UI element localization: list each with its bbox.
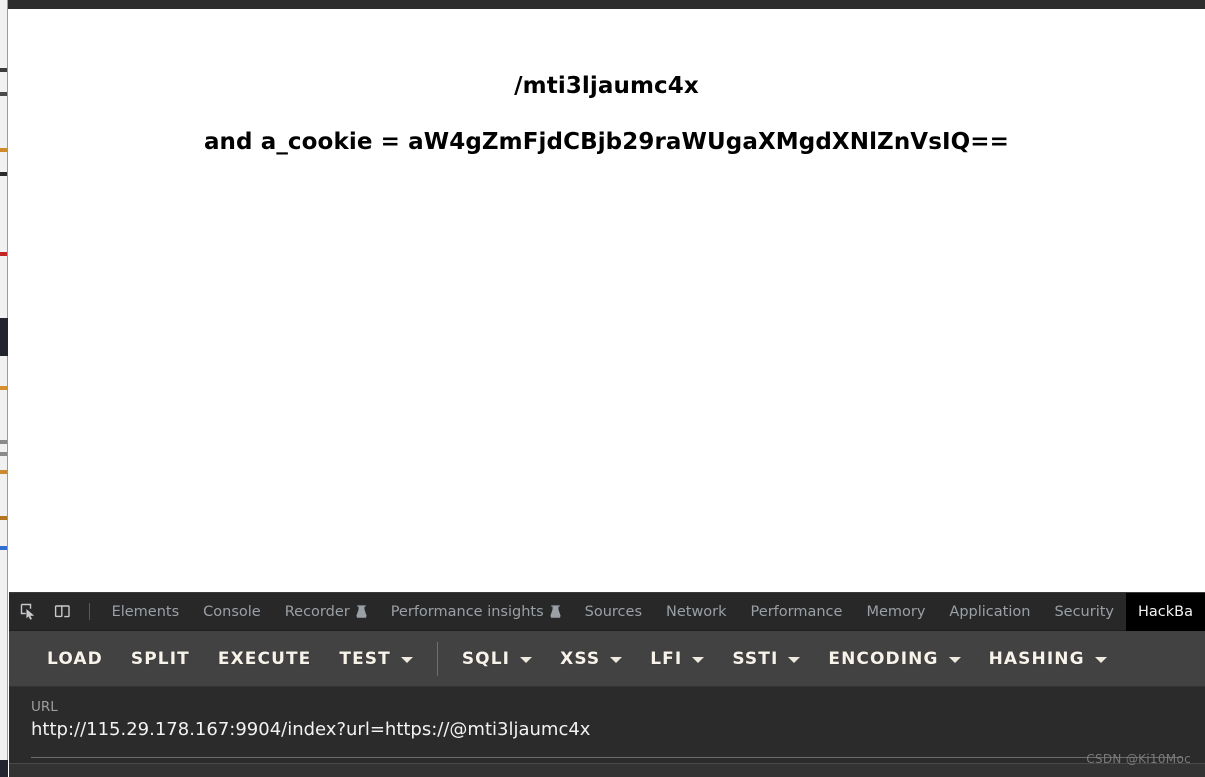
devtools-tab-label: HackBa: [1138, 603, 1193, 620]
devtools-tab-network[interactable]: Network: [654, 593, 739, 631]
sliver-mark: [0, 148, 7, 152]
devtools-tab-label: Performance: [750, 603, 843, 620]
sliver-mark: [0, 516, 7, 520]
hackbar-button-label: ENCODING: [828, 648, 939, 669]
hackbar-execute-button[interactable]: EXECUTE: [204, 639, 326, 679]
hackbar-encoding-button[interactable]: ENCODING: [814, 639, 974, 679]
hackbar-button-label: SSTI: [732, 648, 779, 669]
devtools-tabbar: Elements Console Recorder Performance insig…: [9, 593, 1205, 631]
hackbar-button-label: LOAD: [47, 648, 103, 669]
hackbar-ssti-button[interactable]: SSTI: [718, 639, 814, 679]
hackbar-button-label: SPLIT: [130, 648, 190, 669]
hackbar-sqli-button[interactable]: SQLI: [448, 639, 546, 679]
devtools-tab-label: Recorder: [284, 603, 350, 620]
sliver-mark: [0, 68, 7, 72]
devtools-tab-label: Sources: [584, 603, 642, 620]
sliver-mark: [0, 440, 7, 444]
devtools-tab-label: Security: [1054, 603, 1114, 620]
experimental-flask-icon: [549, 605, 561, 618]
sliver-mark: [0, 92, 7, 96]
sliver-mark: [0, 172, 7, 176]
sliver-mark: [0, 252, 7, 256]
hackbar-load-button[interactable]: LOAD: [33, 639, 117, 679]
hackbar-button-label: LFI: [650, 648, 683, 669]
devtools-tab-label: Memory: [866, 603, 926, 620]
url-input[interactable]: http://115.29.178.167:9904/index?url=htt…: [31, 718, 1183, 742]
chevron-down-icon: [1094, 656, 1107, 663]
devtools-tab-recorder[interactable]: Recorder: [273, 593, 379, 631]
inspect-element-icon[interactable]: [15, 598, 43, 626]
devtools-tab-label: Console: [203, 603, 261, 620]
csdn-watermark: CSDN @Ki10Moc: [1086, 752, 1191, 766]
hackbar-button-label: SQLI: [461, 648, 511, 669]
chevron-down-icon: [610, 656, 623, 663]
devtools-tab-label: Performance insights: [390, 603, 544, 620]
url-field-label: URL: [31, 699, 58, 715]
devtools-tab-memory[interactable]: Memory: [854, 593, 937, 631]
hackbar-button-label: TEST: [339, 648, 391, 669]
devtools-tab-performance-insights[interactable]: Performance insights: [379, 593, 573, 631]
devtools-tab-list: Elements Console Recorder Performance insig…: [100, 593, 1205, 631]
hackbar-xss-button[interactable]: XSS: [546, 639, 636, 679]
hackbar-group-separator: [436, 641, 438, 676]
devtools-tab-label: Elements: [111, 603, 180, 620]
devtools-tab-console[interactable]: Console: [191, 593, 273, 631]
chevron-down-icon: [788, 656, 801, 663]
chevron-down-icon: [948, 656, 961, 663]
sliver-mark: [0, 386, 7, 390]
devtools-tab-sources[interactable]: Sources: [573, 593, 654, 631]
sliver-mark: [0, 546, 7, 550]
page-path-text: /mti3ljaumc4x: [514, 73, 699, 99]
hackbar-hashing-button[interactable]: HASHING: [975, 639, 1121, 679]
fields-bottom-strip: [9, 763, 1205, 777]
browser-top-strip: [8, 0, 1205, 9]
devtools-tab-label: Network: [666, 603, 727, 620]
sliver-dark-block: [0, 318, 8, 356]
device-toolbar-icon[interactable]: [49, 598, 77, 626]
hackbar-fields: URL http://115.29.178.167:9904/index?url…: [9, 687, 1205, 777]
toolbar-divider: [88, 603, 90, 620]
hackbar-button-label: XSS: [560, 648, 601, 669]
devtools-tab-application[interactable]: Application: [937, 593, 1042, 631]
hackbar-split-button[interactable]: SPLIT: [117, 639, 204, 679]
sliver-mark: [0, 452, 7, 456]
devtools-tab-performance[interactable]: Performance: [739, 593, 855, 631]
chevron-down-icon: [400, 656, 413, 663]
sliver-mark: [0, 470, 7, 474]
page-viewport: /mti3ljaumc4x and a_cookie = aW4gZmFjdCB…: [9, 9, 1205, 592]
hackbar-button-label: EXECUTE: [217, 648, 312, 669]
devtools-tab-label: Application: [949, 603, 1031, 620]
devtools-tab-security[interactable]: Security: [1042, 593, 1126, 631]
hackbar-button-label: HASHING: [988, 648, 1085, 669]
devtools-tab-elements[interactable]: Elements: [100, 593, 192, 631]
hackbar-test-button[interactable]: TEST: [325, 639, 426, 679]
devtools-panel: Elements Console Recorder Performance insig…: [9, 592, 1205, 777]
screen: /mti3ljaumc4x and a_cookie = aW4gZmFjdCB…: [0, 0, 1205, 777]
sliver-dark-block: [0, 760, 8, 777]
hackbar-toolbar: LOAD SPLIT EXECUTE TEST SQLI XSS LFI SSTI ENCODI…: [9, 631, 1205, 687]
experimental-flask-icon: [356, 605, 367, 618]
page-cookie-text: and a_cookie = aW4gZmFjdCBjb29raWUgaXMgd…: [203, 129, 1010, 155]
url-input-underline: [31, 757, 1183, 758]
chevron-down-icon: [692, 656, 705, 663]
background-window-sliver[interactable]: [0, 0, 8, 777]
devtools-tab-hackba[interactable]: HackBa: [1126, 593, 1205, 631]
hackbar-lfi-button[interactable]: LFI: [636, 639, 718, 679]
chevron-down-icon: [520, 656, 533, 663]
